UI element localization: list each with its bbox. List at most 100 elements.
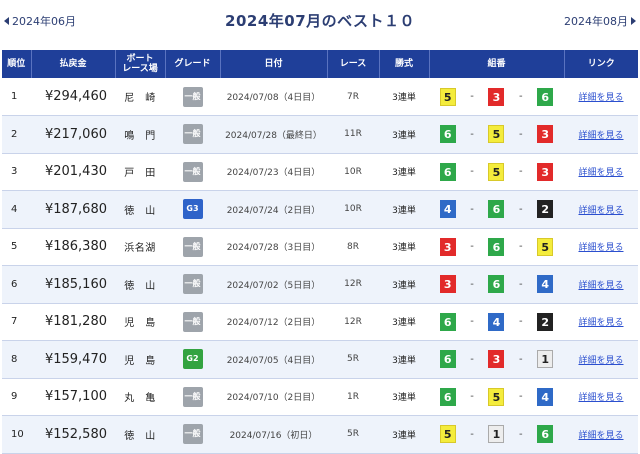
boat-number-first: 6 (439, 350, 456, 369)
header-combo: 組番 (429, 50, 565, 78)
combo-separator: - (470, 91, 474, 102)
ranking-table: 順位 払戻金 ボート レース場 グレード 日付 レース 勝式 組番 リンク 1 ¥… (2, 50, 638, 454)
grade-badge: 一般 (182, 86, 203, 107)
combo-cell: 3 - 6 - 5 (429, 228, 564, 266)
table-row: 9 ¥157,100 丸 亀 一般 2024/07/10（2日目） 1R 3連単… (2, 378, 638, 416)
boat-number-second: 6 (488, 200, 505, 219)
header-link: リンク (564, 50, 638, 78)
boat-number-second: 6 (488, 237, 505, 256)
grade-cell: 一般 (165, 415, 220, 454)
rank-cell: 3 (2, 153, 31, 191)
bet-type-cell: 3連単 (379, 228, 429, 266)
detail-link[interactable]: 詳細を見る (578, 318, 623, 328)
combo-separator: - (519, 203, 523, 215)
link-cell: 詳細を見る (564, 303, 638, 341)
table-row: 10 ¥152,580 徳 山 一般 2024/07/16（初日） 5R 3連単… (2, 415, 638, 454)
boat-number-first: 6 (439, 162, 456, 181)
link-cell: 詳細を見る (564, 78, 638, 116)
combo-separator: - (519, 391, 523, 403)
boat-number-first: 5 (439, 87, 456, 106)
bet-type-cell: 3連単 (379, 190, 429, 229)
link-cell: 詳細を見る (564, 190, 638, 229)
link-cell: 詳細を見る (564, 153, 638, 191)
combo-cell: 4 - 6 - 2 (429, 190, 564, 229)
boat-number-first: 6 (439, 125, 456, 144)
race-cell: 8R (327, 228, 379, 266)
combo-separator: - (470, 353, 474, 365)
link-cell: 詳細を見る (564, 265, 638, 304)
boat-number-third: 6 (537, 87, 554, 106)
detail-link[interactable]: 詳細を見る (578, 131, 623, 141)
triangle-right-icon (631, 17, 636, 25)
date-cell: 2024/07/28（3日目） (220, 228, 327, 266)
combo-separator: - (470, 278, 474, 290)
detail-link[interactable]: 詳細を見る (578, 393, 623, 403)
payout-cell: ¥185,160 (31, 265, 115, 304)
grade-badge: 一般 (182, 274, 203, 295)
link-cell: 詳細を見る (564, 378, 638, 416)
grade-cell: 一般 (165, 378, 220, 416)
combo-cell: 6 - 3 - 1 (429, 340, 564, 379)
month-navigation-bar: 2024年06月 2024年07月のベスト１０ 2024年08月 (0, 0, 640, 40)
grade-cell: G2 (165, 340, 220, 379)
link-cell: 詳細を見る (564, 115, 638, 154)
combo-separator: - (519, 241, 523, 253)
grade-cell: 一般 (165, 153, 220, 191)
bet-type-cell: 3連単 (379, 415, 429, 454)
payout-cell: ¥294,460 (31, 78, 115, 116)
rank-cell: 10 (2, 415, 31, 454)
grade-badge: 一般 (182, 124, 203, 145)
grade-badge: 一般 (182, 424, 203, 445)
header-type: 勝式 (379, 50, 430, 78)
bet-type-cell: 3連単 (379, 115, 429, 154)
combo-separator: - (470, 428, 474, 440)
bet-type-cell: 3連単 (379, 265, 429, 304)
boat-number-second: 6 (488, 275, 505, 294)
boat-number-second: 5 (488, 125, 505, 144)
detail-link[interactable]: 詳細を見る (578, 431, 623, 441)
combo-separator: - (519, 166, 523, 178)
date-cell: 2024/07/28（最終日） (220, 115, 327, 154)
payout-cell: ¥157,100 (31, 378, 115, 416)
bet-type-cell: 3連単 (379, 303, 429, 341)
boat-number-second: 1 (488, 425, 505, 444)
date-cell: 2024/07/08（4日目） (220, 78, 327, 116)
detail-link[interactable]: 詳細を見る (578, 93, 623, 103)
boat-number-first: 5 (439, 425, 456, 444)
combo-separator: - (470, 391, 474, 403)
boat-number-first: 3 (439, 275, 456, 294)
header-venue-line1: ボート (126, 54, 154, 64)
combo-separator: - (519, 278, 523, 290)
boat-number-first: 3 (439, 237, 456, 256)
rank-cell: 9 (2, 378, 31, 416)
date-cell: 2024/07/10（2日目） (220, 378, 327, 416)
detail-link[interactable]: 詳細を見る (578, 168, 623, 178)
detail-link[interactable]: 詳細を見る (578, 356, 623, 366)
grade-badge: 一般 (182, 311, 203, 332)
header-race: レース (327, 50, 380, 78)
grade-cell: 一般 (165, 115, 220, 154)
grade-badge: 一般 (182, 236, 203, 257)
next-month-link[interactable]: 2024年08月 (564, 13, 636, 29)
combo-separator: - (519, 353, 523, 365)
header-grade: グレード (165, 50, 221, 78)
boat-number-third: 3 (537, 162, 554, 181)
detail-link[interactable]: 詳細を見る (578, 206, 623, 216)
venue-cell: 尼 崎 (115, 78, 165, 116)
detail-link[interactable]: 詳細を見る (578, 281, 623, 291)
venue-cell: 丸 亀 (115, 378, 165, 416)
boat-number-first: 4 (439, 200, 456, 219)
race-cell: 1R (327, 378, 379, 416)
date-cell: 2024/07/24（2日目） (220, 190, 327, 229)
combo-separator: - (470, 128, 474, 140)
date-cell: 2024/07/02（5日目） (220, 265, 327, 304)
detail-link[interactable]: 詳細を見る (578, 243, 623, 253)
venue-cell: 浜名湖 (115, 228, 165, 266)
grade-badge: G2 (182, 349, 203, 370)
header-payout: 払戻金 (31, 50, 116, 78)
boat-number-third: 5 (537, 237, 554, 256)
bet-type-cell: 3連単 (379, 78, 429, 116)
boat-number-first: 6 (439, 312, 456, 331)
header-venue: ボート レース場 (115, 50, 166, 78)
combo-cell: 6 - 4 - 2 (429, 303, 564, 341)
